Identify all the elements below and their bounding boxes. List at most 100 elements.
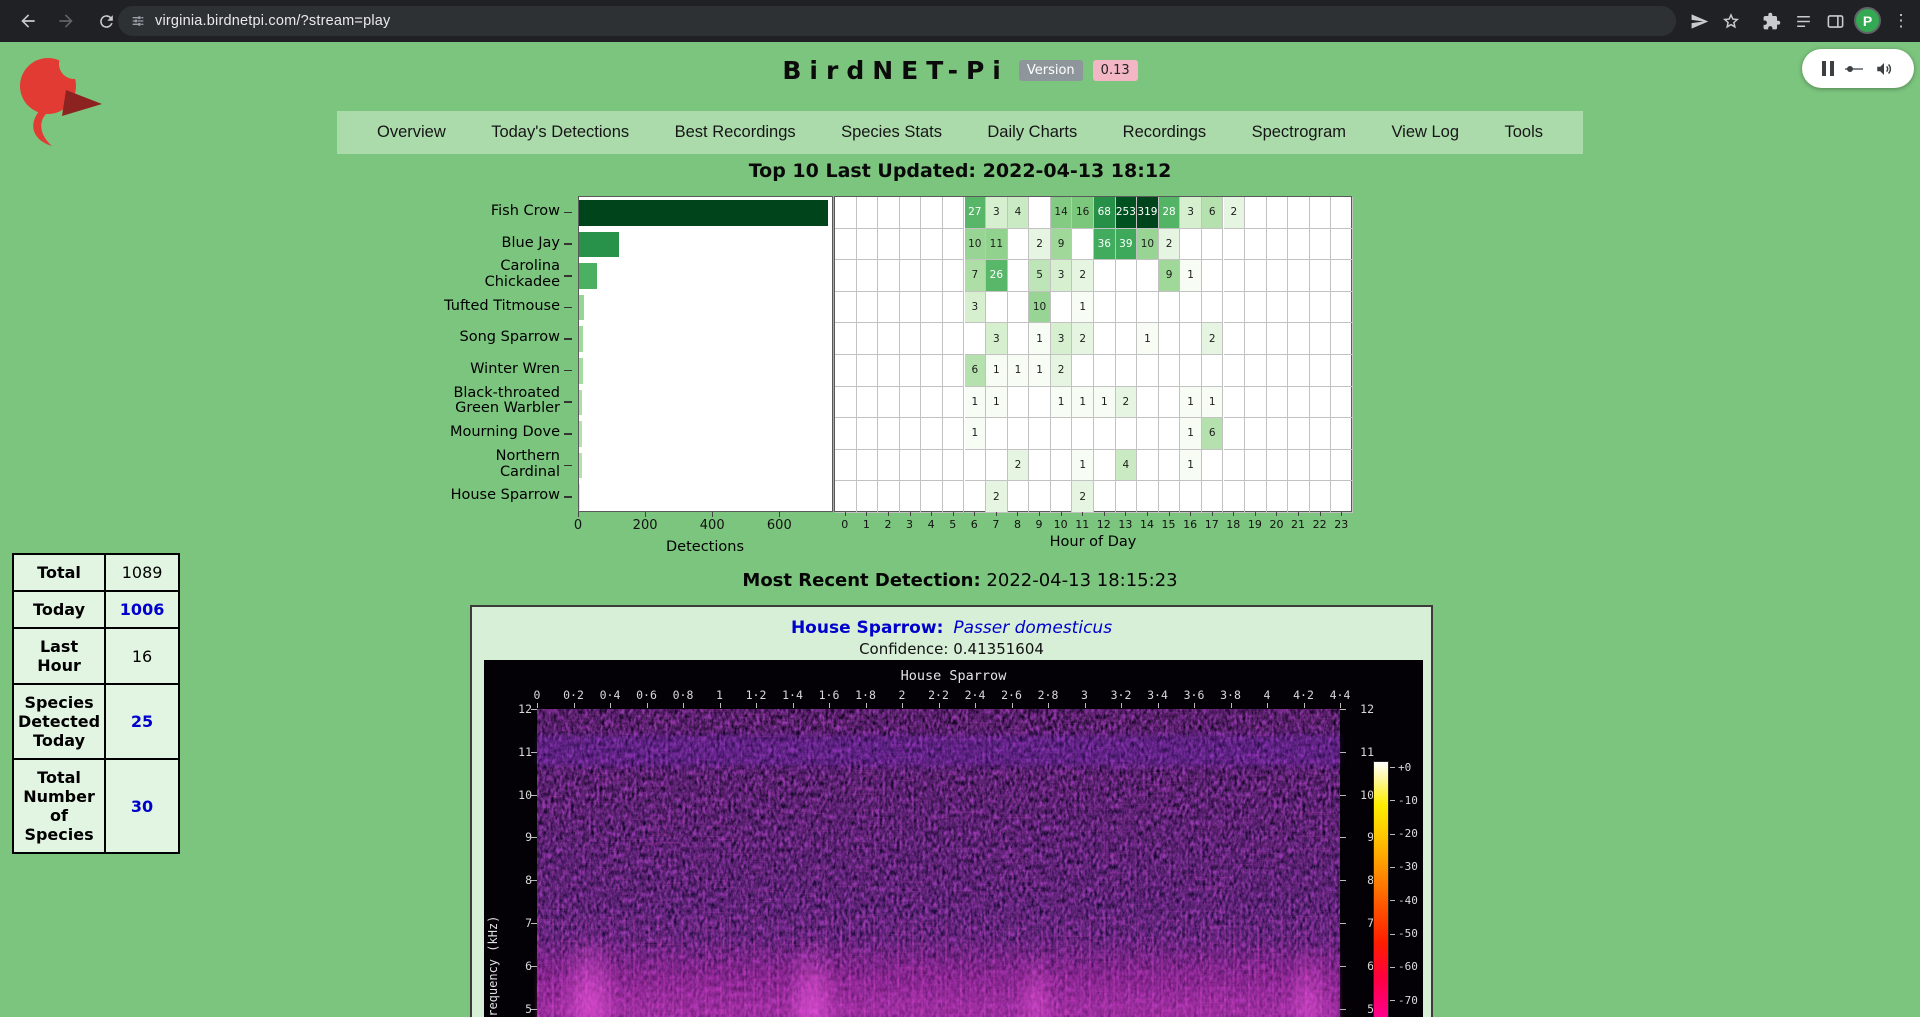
x-tick <box>866 512 867 516</box>
x-tick-label: 0 <box>574 518 582 533</box>
heatmap-cell <box>1245 355 1267 387</box>
heatmap-cell <box>835 355 857 387</box>
heatmap-cell <box>1331 481 1353 513</box>
top10-heading: Top 10 Last Updated: 2022-04-13 18:12 <box>0 160 1920 182</box>
heatmap-cell <box>943 418 965 450</box>
heatmap-cell <box>1094 260 1116 292</box>
heatmap-cell <box>1029 481 1051 513</box>
heatmap-cell <box>943 292 965 324</box>
heatmap-cell <box>921 450 943 482</box>
send-button[interactable] <box>1686 8 1712 34</box>
forward-button[interactable] <box>52 7 80 35</box>
tick-mark <box>1390 834 1395 835</box>
x-tick-label: 20 <box>1269 518 1283 531</box>
heatmap-cell <box>1288 450 1310 482</box>
heatmap-cell <box>1288 260 1310 292</box>
nav-item-recordings[interactable]: Recordings <box>1123 123 1206 142</box>
reading-list-button[interactable] <box>1790 8 1816 34</box>
url-bar[interactable]: virginia.birdnetpi.com/?stream=play <box>118 6 1676 36</box>
heatmap-cell <box>857 418 879 450</box>
bar <box>579 295 584 321</box>
star-icon <box>1721 11 1741 31</box>
y-tick <box>564 307 572 309</box>
volume-icon[interactable] <box>1874 60 1894 78</box>
detection-species-line: House Sparrow:Passer domesticus <box>472 618 1431 638</box>
stats-value-link[interactable]: 1006 <box>105 591 179 628</box>
tick-mark <box>1158 703 1159 708</box>
tick-mark <box>902 703 903 708</box>
heatmap-cell <box>1180 229 1202 261</box>
x-tick <box>931 512 932 516</box>
species-label: Fish Crow <box>436 196 560 228</box>
tick-mark <box>1390 767 1395 768</box>
seek-slider[interactable] <box>1844 64 1864 74</box>
nav-item-species-stats[interactable]: Species Stats <box>841 123 942 142</box>
reload-button[interactable] <box>92 7 120 35</box>
heatmap-cell: 68 <box>1094 197 1116 229</box>
nav-item-tools[interactable]: Tools <box>1504 123 1543 142</box>
heatmap-cell <box>1202 260 1224 292</box>
colorbar-tick-label: -20 <box>1398 827 1418 840</box>
species-common-name: House Sparrow: <box>791 618 943 638</box>
extensions-button[interactable] <box>1758 8 1784 34</box>
tick-mark <box>1340 795 1346 796</box>
heatmap-cell <box>835 197 857 229</box>
spectrogram-x-tick: 2 <box>899 688 906 702</box>
heatmap-cell <box>878 418 900 450</box>
nav-item-view-log[interactable]: View Log <box>1391 123 1459 142</box>
heatmap-cell <box>1224 229 1246 261</box>
colorbar-tick-label: -10 <box>1398 794 1418 807</box>
heatmap-cell <box>900 323 922 355</box>
heatmap-cell: 2 <box>1202 323 1224 355</box>
heatmap-cell <box>857 260 879 292</box>
heatmap-cell <box>1029 450 1051 482</box>
audio-player[interactable] <box>1802 49 1914 88</box>
heatmap-cell: 5 <box>1029 260 1051 292</box>
nav-item-spectrogram[interactable]: Spectrogram <box>1252 123 1346 142</box>
heatmap-cell <box>1310 418 1332 450</box>
heatmap-cell <box>835 229 857 261</box>
heatmap-cell: 1 <box>1072 387 1094 419</box>
tick-mark <box>574 703 575 708</box>
heatmap-xaxis-label: Hour of Day <box>1050 534 1137 550</box>
heatmap-cell <box>1245 323 1267 355</box>
pause-icon[interactable] <box>1822 61 1834 76</box>
x-tick <box>1320 512 1321 516</box>
heatmap-cell <box>1029 387 1051 419</box>
back-button[interactable] <box>14 7 42 35</box>
bookmark-button[interactable] <box>1718 8 1744 34</box>
spectrogram-ylabel: Frequency (kHz) <box>486 850 500 1017</box>
stats-row: Last Hour16 <box>13 628 179 684</box>
nav-item-overview[interactable]: Overview <box>377 123 446 142</box>
heatmap-cell <box>1159 481 1181 513</box>
heatmap-cell <box>1267 229 1289 261</box>
heatmap-cell: 1 <box>1029 323 1051 355</box>
tick-mark <box>1340 752 1346 753</box>
site-info-icon[interactable] <box>130 13 146 29</box>
stats-value-link[interactable]: 30 <box>105 759 179 853</box>
nav-item-daily-charts[interactable]: Daily Charts <box>987 123 1077 142</box>
spectrogram-y-tick: 10 <box>502 788 532 802</box>
side-panel-button[interactable] <box>1822 8 1848 34</box>
heatmap-cell <box>1094 481 1116 513</box>
heatmap-cell <box>943 481 965 513</box>
species-label: Black-throated Green Warbler <box>436 386 560 418</box>
spectrogram-y-tick: 5 <box>1344 1002 1374 1016</box>
y-tick <box>564 465 572 467</box>
menu-button[interactable]: ⋮ <box>1888 8 1914 34</box>
tick-mark <box>647 703 648 708</box>
x-tick-label: 12 <box>1097 518 1111 531</box>
heatmap-cell: 2 <box>1029 229 1051 261</box>
nav-item-best-recordings[interactable]: Best Recordings <box>675 123 796 142</box>
heatmap-cell: 16 <box>1072 197 1094 229</box>
nav-item-todays-detections[interactable]: Today's Detections <box>491 123 629 142</box>
heatmap-cell: 1 <box>1137 323 1159 355</box>
heatmap-cell <box>1267 418 1289 450</box>
heatmap-cell: 10 <box>1137 229 1159 261</box>
profile-avatar[interactable]: P <box>1854 7 1881 34</box>
stats-value-link[interactable]: 25 <box>105 684 179 759</box>
heatmap-cell: 4 <box>1116 450 1138 482</box>
x-tick-label: 22 <box>1313 518 1327 531</box>
stats-table: Total1089Today1006Last Hour16Species Det… <box>12 553 180 854</box>
heatmap-cell <box>1310 450 1332 482</box>
